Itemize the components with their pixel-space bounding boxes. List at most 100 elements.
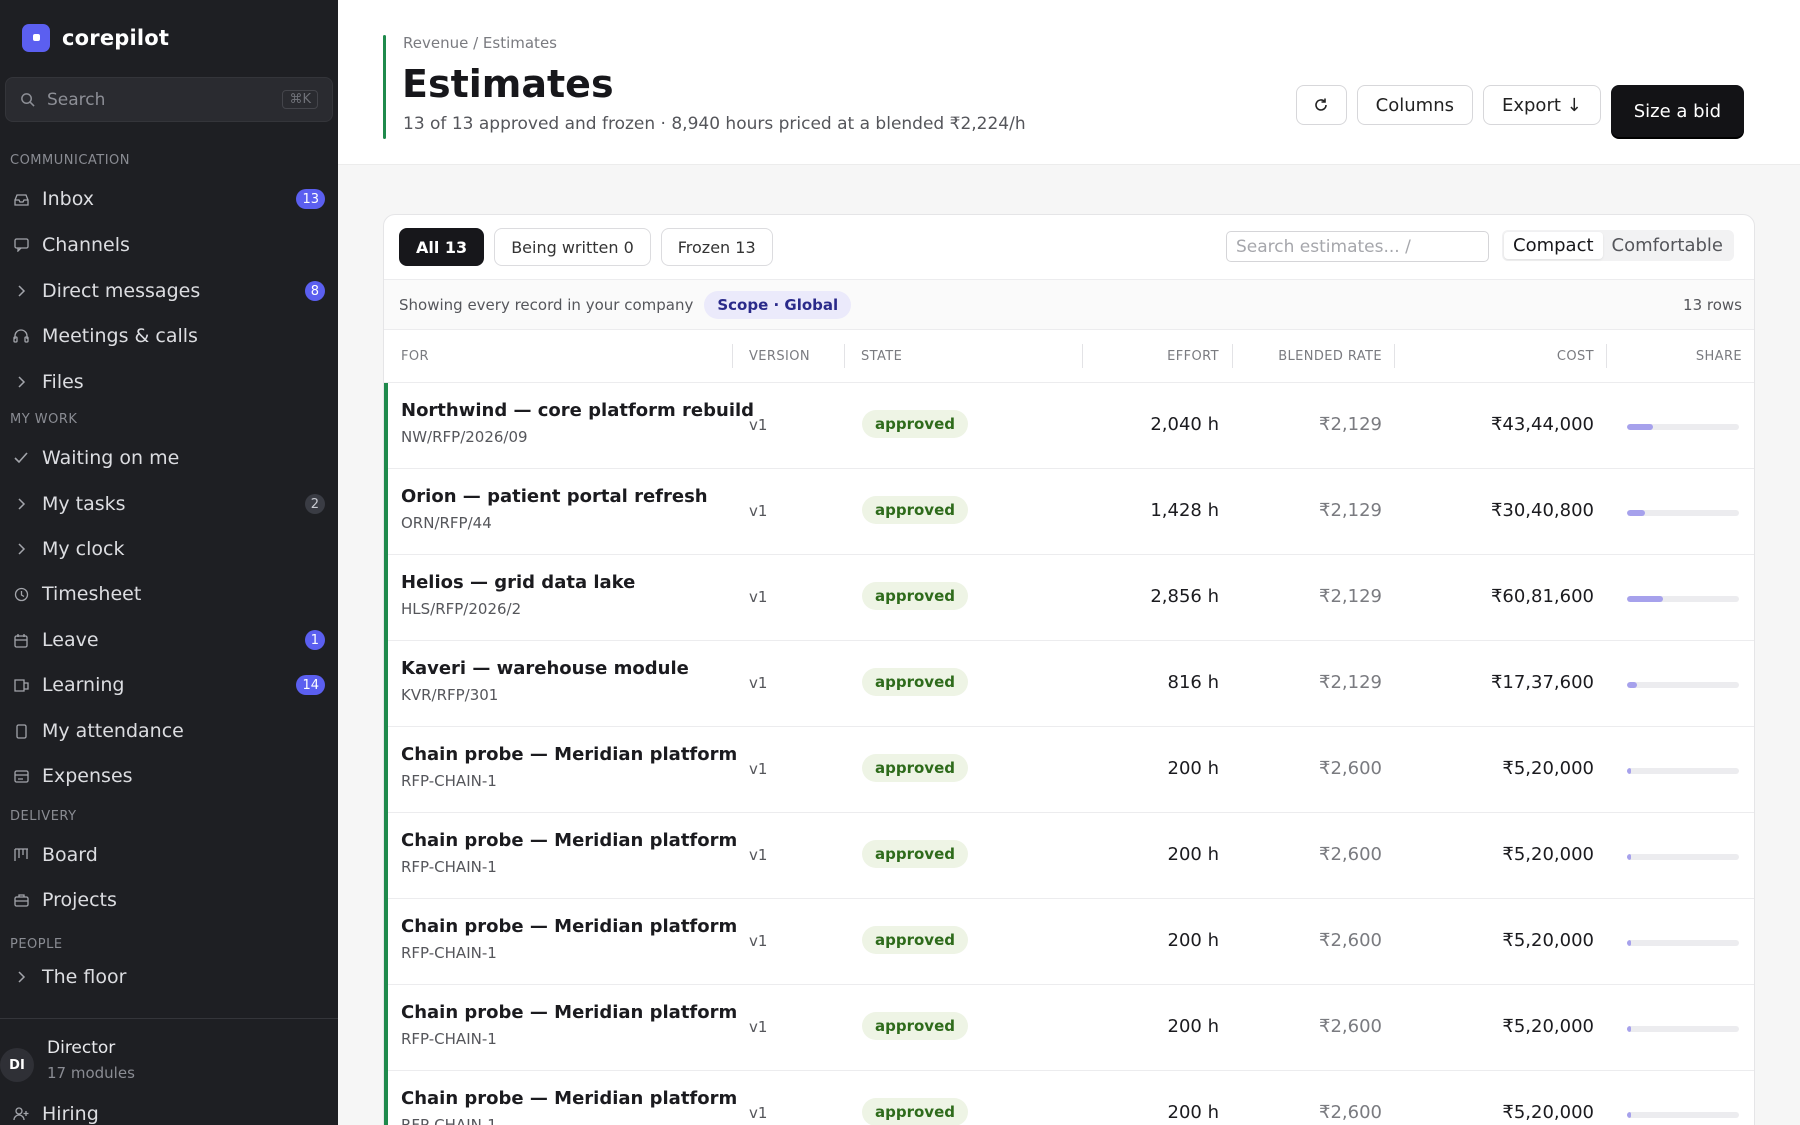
sidebar-item-expenses[interactable]: Expenses <box>10 757 328 795</box>
sidebar-item-inbox[interactable]: Inbox 13 <box>10 180 328 218</box>
sidebar-search-input[interactable]: Search ⌘K <box>5 77 333 122</box>
table-row[interactable]: Chain probe — Meridian platform RFP-CHAIN… <box>384 727 1754 813</box>
sidebar-item-waiting-on-me[interactable]: Waiting on me <box>10 439 328 477</box>
chevron-right-icon <box>10 285 32 297</box>
book-icon <box>10 678 32 692</box>
estimate-code: RFP-CHAIN-1 <box>401 944 497 962</box>
profile-modules: 17 modules <box>47 1064 135 1082</box>
table-row[interactable]: Chain probe — Meridian platform RFP-CHAIN… <box>384 1071 1754 1125</box>
columns-button[interactable]: Columns <box>1356 85 1473 125</box>
col-separator[interactable] <box>1082 344 1083 368</box>
search-estimates-input[interactable]: Search estimates... / <box>1226 231 1489 262</box>
cell-effort: 2,040 h <box>1150 414 1219 435</box>
estimate-name[interactable]: Kaveri — warehouse module <box>401 658 689 679</box>
table-row[interactable]: Kaveri — warehouse module KVR/RFP/301 v1 ap… <box>384 641 1754 727</box>
sidebar-item-leave[interactable]: Leave 1 <box>10 621 328 659</box>
sidebar-item-my-attendance[interactable]: My attendance <box>10 712 328 750</box>
search-shortcut: ⌘K <box>282 90 318 109</box>
cell-for: Chain probe — Meridian platform RFP-CHAIN… <box>401 830 737 876</box>
sidebar-item-files[interactable]: Files <box>10 363 328 401</box>
calendar-icon <box>10 633 32 648</box>
share-bar <box>1627 424 1739 430</box>
sidebar-item-board[interactable]: Board <box>10 836 328 874</box>
col-effort[interactable]: EFFORT <box>1167 349 1219 364</box>
sidebar-item-my-clock[interactable]: My clock <box>10 530 328 568</box>
cell-version: v1 <box>749 1104 768 1122</box>
col-separator[interactable] <box>1394 344 1395 368</box>
estimate-code: RFP-CHAIN-1 <box>401 1116 497 1125</box>
row-accent-bar <box>384 641 388 727</box>
state-badge: approved <box>862 1012 968 1040</box>
scope-text: Showing every record in your company <box>399 295 694 314</box>
cell-cost: ₹17,37,600 <box>1490 672 1594 693</box>
sidebar-item-the-floor[interactable]: The floor <box>10 958 328 996</box>
col-state[interactable]: STATE <box>861 349 902 364</box>
size-a-bid-button[interactable]: Size a bid <box>1610 85 1744 137</box>
estimate-name[interactable]: Helios — grid data lake <box>401 572 635 593</box>
state-badge: approved <box>862 582 968 610</box>
sidebar-item-timesheet[interactable]: Timesheet <box>10 575 328 613</box>
share-bar <box>1627 596 1739 602</box>
table-row[interactable]: Chain probe — Meridian platform RFP-CHAIN… <box>384 985 1754 1071</box>
share-bar-fill <box>1627 1026 1632 1032</box>
brand-name: corepilot <box>62 26 170 50</box>
sidebar-item-projects[interactable]: Projects <box>10 881 328 919</box>
tab-frozen[interactable]: Frozen 13 <box>660 228 773 266</box>
col-separator[interactable] <box>732 344 733 368</box>
estimate-code: NW/RFP/2026/09 <box>401 428 528 446</box>
col-separator[interactable] <box>1606 344 1607 368</box>
refresh-button[interactable] <box>1295 85 1347 125</box>
col-separator[interactable] <box>844 344 845 368</box>
state-badge: approved <box>862 754 968 782</box>
sidebar-item-my-tasks[interactable]: My tasks 2 <box>10 485 328 523</box>
state-badge: approved <box>862 496 968 524</box>
share-bar-fill <box>1627 1112 1632 1118</box>
col-cost[interactable]: COST <box>1557 349 1594 364</box>
col-share[interactable]: SHARE <box>1696 349 1742 364</box>
table-row[interactable]: Chain probe — Meridian platform RFP-CHAIN… <box>384 899 1754 985</box>
estimate-name[interactable]: Orion — patient portal refresh <box>401 486 708 507</box>
estimate-name[interactable]: Chain probe — Meridian platform <box>401 830 737 851</box>
density-comfortable[interactable]: Comfortable <box>1603 232 1732 259</box>
cell-version: v1 <box>749 846 768 864</box>
breadcrumb[interactable]: Revenue / Estimates <box>403 34 557 52</box>
table-row[interactable]: Orion — patient portal refresh ORN/RFP/44… <box>384 469 1754 555</box>
col-blended-rate[interactable]: BLENDED RATE <box>1278 349 1382 364</box>
cell-for: Chain probe — Meridian platform RFP-CHAIN… <box>401 744 737 790</box>
row-accent-bar <box>384 985 388 1071</box>
main-content: Revenue / Estimates Estimates 13 of 13 a… <box>338 0 1800 1125</box>
sidebar-item-label: My attendance <box>42 720 184 742</box>
chevron-right-icon <box>10 971 32 983</box>
clock-icon <box>10 587 32 602</box>
table-row[interactable]: Helios — grid data lake HLS/RFP/2026/2 v1 a… <box>384 555 1754 641</box>
estimate-code: RFP-CHAIN-1 <box>401 858 497 876</box>
col-for[interactable]: FOR <box>401 349 429 364</box>
sidebar-item-channels[interactable]: Channels <box>10 226 328 264</box>
table-row[interactable]: Northwind — core platform rebuild NW/RFP/… <box>384 383 1754 469</box>
density-compact[interactable]: Compact <box>1504 232 1603 259</box>
cell-version: v1 <box>749 416 768 434</box>
header-actions: Columns Export ↓ Size a bid <box>1295 85 1744 137</box>
estimate-name[interactable]: Chain probe — Meridian platform <box>401 916 737 937</box>
scope-pill[interactable]: Scope · Global <box>704 290 852 319</box>
cell-for: Chain probe — Meridian platform RFP-CHAIN… <box>401 1088 737 1125</box>
chat-icon <box>10 238 32 252</box>
sidebar-item-direct-messages[interactable]: Direct messages 8 <box>10 272 328 310</box>
profile[interactable]: DI Director 17 modules <box>0 1038 135 1082</box>
col-version[interactable]: VERSION <box>749 349 810 364</box>
sidebar-item-learning[interactable]: Learning 14 <box>10 666 328 704</box>
cell-cost: ₹5,20,000 <box>1502 930 1594 951</box>
export-button[interactable]: Export ↓ <box>1482 85 1601 125</box>
estimate-name[interactable]: Chain probe — Meridian platform <box>401 744 737 765</box>
sidebar-item-meetings-calls[interactable]: Meetings & calls <box>10 317 328 355</box>
col-separator[interactable] <box>1232 344 1233 368</box>
tab-being-written[interactable]: Being written 0 <box>494 228 651 266</box>
estimate-name[interactable]: Northwind — core platform rebuild <box>401 400 754 421</box>
estimate-name[interactable]: Chain probe — Meridian platform <box>401 1002 737 1023</box>
tab-all[interactable]: All 13 <box>399 228 485 266</box>
estimate-name[interactable]: Chain probe — Meridian platform <box>401 1088 737 1109</box>
sidebar-item-hiring[interactable]: Hiring <box>10 1095 328 1125</box>
rows-count: 13 rows <box>1683 295 1742 314</box>
table-row[interactable]: Chain probe — Meridian platform RFP-CHAIN… <box>384 813 1754 899</box>
brand[interactable]: corepilot <box>22 24 169 52</box>
